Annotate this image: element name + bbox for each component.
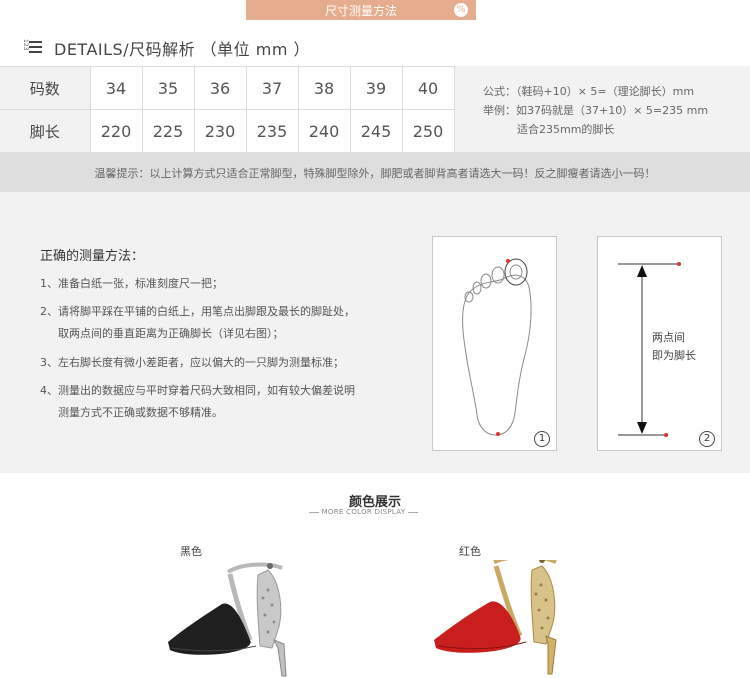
formula-example: 举例：如37码就是（37+10）× 5=235 mm — [483, 104, 709, 117]
measure-title: 正确的测量方法： — [40, 249, 145, 264]
size-row-label: 码数 — [0, 66, 91, 110]
red-shoe-image — [434, 560, 557, 675]
length-cell: 230 — [193, 109, 247, 153]
length-row: 脚长 220 225 230 235 240 245 250 — [0, 109, 455, 153]
size-cell: 39 — [349, 66, 403, 110]
color-display-subtitle-text: MORE COLOR DISPLAY — [321, 508, 406, 516]
list-icon-numbers: 123 — [22, 39, 29, 51]
size-row: 码数 34 35 36 37 38 39 40 — [0, 66, 455, 110]
measure-step-2-cont: 取两点间的垂直距离为正确脚长（详见右图）； — [58, 327, 284, 340]
measure-step-2: 2、请将脚平踩在平铺的白纸上，用笔点出脚跟及最长的脚趾处， — [40, 305, 355, 318]
measure-step-4: 4、测量出的数据应与平时穿着尺码大致相同，如有较大偏差说明 — [40, 384, 355, 397]
length-cell: 250 — [401, 109, 455, 153]
measure-step-1: 1、准备白纸一张，标准刻度尺一把； — [40, 277, 223, 290]
distance-label-2: 即为脚长 — [652, 349, 696, 362]
color-display-subtitle: MORE COLOR DISPLAY — [0, 508, 727, 516]
size-cell: 40 — [401, 66, 455, 110]
red-color-label: 红色 — [459, 545, 481, 558]
figure-1-number: 1 — [534, 431, 550, 447]
measure-step-4-cont: 测量方式不正确或数据不够精准。 — [58, 406, 223, 419]
size-cell: 38 — [297, 66, 351, 110]
size-cell: 34 — [89, 66, 143, 110]
measure-step-3: 3、左右脚长度有微小差距者，应以偏大的一只脚为测量标准； — [40, 356, 344, 369]
foot-figure: 1 — [432, 236, 557, 451]
banner-title: 尺寸测量方法 — [324, 4, 397, 18]
length-row-label: 脚长 — [0, 109, 91, 153]
foot-outline-icon — [462, 258, 532, 436]
black-shoe-image — [168, 562, 287, 677]
formula-line: 公式：（鞋码+10）× 5=（理论脚长）mm — [483, 85, 695, 98]
size-cell: 37 — [245, 66, 299, 110]
length-cell: 220 — [89, 109, 143, 153]
tip-text: 温馨提示：以上计算方式只适合正常脚型，特殊脚型除外，脚肥或者脚背高者请选大一码！… — [94, 167, 656, 180]
measure-figure: 两点间 即为脚长 2 — [597, 236, 722, 451]
formula-result: 适合235mm的脚长 — [517, 123, 615, 136]
figure-2-number: 2 — [699, 431, 715, 447]
details-heading: 123 DETAILS/尺码解析 （单位 mm ） — [22, 36, 310, 60]
distance-label-1: 两点间 — [652, 331, 685, 344]
list-icon: 123 — [22, 38, 44, 58]
length-cell: 240 — [297, 109, 351, 153]
length-cell: 225 — [141, 109, 195, 153]
formula-block: 公式：（鞋码+10）× 5=（理论脚长）mm 举例：如37码就是（37+10）×… — [483, 82, 708, 139]
length-cell: 245 — [349, 109, 403, 153]
percent-icon: % — [454, 3, 468, 17]
size-cell: 36 — [193, 66, 247, 110]
length-cell: 235 — [245, 109, 299, 153]
size-table: 码数 34 35 36 37 38 39 40 脚长 220 225 230 2… — [0, 66, 455, 153]
black-color-label: 黑色 — [180, 545, 202, 558]
size-cell: 35 — [141, 66, 195, 110]
top-banner: 尺寸测量方法 % — [246, 0, 476, 20]
details-label: DETAILS/尺码解析 （单位 mm ） — [54, 40, 311, 59]
tip-bar: 温馨提示：以上计算方式只适合正常脚型，特殊脚型除外，脚肥或者脚背高者请选大一码！… — [0, 152, 750, 192]
